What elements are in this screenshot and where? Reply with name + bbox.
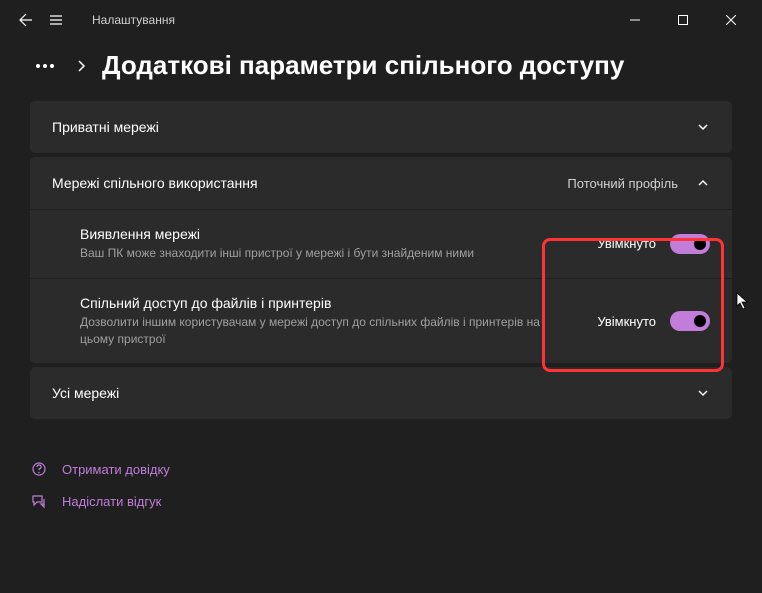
toggle-network-discovery[interactable]	[670, 234, 710, 254]
section-private-networks: Приватні мережі	[30, 101, 732, 153]
section-header-right	[696, 386, 710, 400]
toggle-group: Увімкнуто	[597, 311, 710, 331]
setting-text: Виявлення мережі Ваш ПК може знаходити і…	[80, 226, 597, 262]
setting-text: Спільний доступ до файлів і принтерів До…	[80, 295, 597, 348]
arrow-left-icon	[18, 12, 34, 28]
back-button[interactable]	[18, 12, 34, 28]
section-header-right: Поточний профіль	[567, 176, 710, 191]
section-title: Усі мережі	[52, 385, 119, 401]
close-icon	[726, 15, 736, 25]
menu-button[interactable]	[48, 12, 64, 28]
maximize-button[interactable]	[660, 4, 706, 36]
help-icon	[30, 461, 48, 477]
section-title: Мережі спільного використання	[52, 175, 258, 191]
setting-file-printer-sharing: Спільний доступ до файлів і принтерів До…	[30, 278, 732, 364]
help-link[interactable]: Отримати довідку	[30, 453, 732, 485]
toggle-knob	[694, 238, 706, 250]
setting-network-discovery: Виявлення мережі Ваш ПК може знаходити і…	[30, 210, 732, 278]
footer-links: Отримати довідку Надіслати відгук	[0, 423, 762, 517]
help-link-text: Отримати довідку	[62, 462, 170, 477]
app-title: Налаштування	[92, 13, 175, 27]
section-shared-networks: Мережі спільного використання Поточний п…	[30, 157, 732, 363]
setting-title: Спільний доступ до файлів і принтерів	[80, 295, 577, 311]
section-title: Приватні мережі	[52, 119, 159, 135]
feedback-icon	[30, 493, 48, 509]
toggle-group: Увімкнуто	[597, 234, 710, 254]
chevron-right-icon	[76, 59, 86, 73]
content-area: Приватні мережі Мережі спільного викорис…	[0, 101, 762, 419]
section-body: Виявлення мережі Ваш ПК може знаходити і…	[30, 209, 732, 363]
toggle-knob	[694, 315, 706, 327]
chevron-down-icon	[696, 120, 710, 134]
section-header-private[interactable]: Приватні мережі	[30, 101, 732, 153]
minimize-icon	[630, 15, 640, 25]
setting-description: Дозволити іншим користувачам у мережі до…	[80, 314, 577, 348]
titlebar: Налаштування	[0, 0, 762, 40]
minimize-button[interactable]	[612, 4, 658, 36]
titlebar-left: Налаштування	[8, 12, 175, 28]
hamburger-icon	[48, 12, 64, 28]
setting-description: Ваш ПК може знаходити інші пристрої у ме…	[80, 245, 577, 262]
section-header-all[interactable]: Усі мережі	[30, 367, 732, 419]
toggle-state-label: Увімкнуто	[597, 236, 656, 251]
window-controls	[612, 4, 754, 36]
setting-title: Виявлення мережі	[80, 226, 577, 242]
chevron-up-icon	[696, 176, 710, 190]
maximize-icon	[678, 15, 688, 25]
feedback-link[interactable]: Надіслати відгук	[30, 485, 732, 517]
close-button[interactable]	[708, 4, 754, 36]
feedback-link-text: Надіслати відгук	[62, 494, 161, 509]
toggle-file-printer-sharing[interactable]	[670, 311, 710, 331]
chevron-down-icon	[696, 386, 710, 400]
section-header-right	[696, 120, 710, 134]
toggle-state-label: Увімкнуто	[597, 314, 656, 329]
page-header: Додаткові параметри спільного доступу	[0, 40, 762, 101]
breadcrumb-ellipsis-icon[interactable]	[30, 58, 60, 74]
section-all-networks: Усі мережі	[30, 367, 732, 419]
section-header-shared[interactable]: Мережі спільного використання Поточний п…	[30, 157, 732, 209]
current-profile-label: Поточний профіль	[567, 176, 678, 191]
page-title: Додаткові параметри спільного доступу	[102, 50, 624, 81]
